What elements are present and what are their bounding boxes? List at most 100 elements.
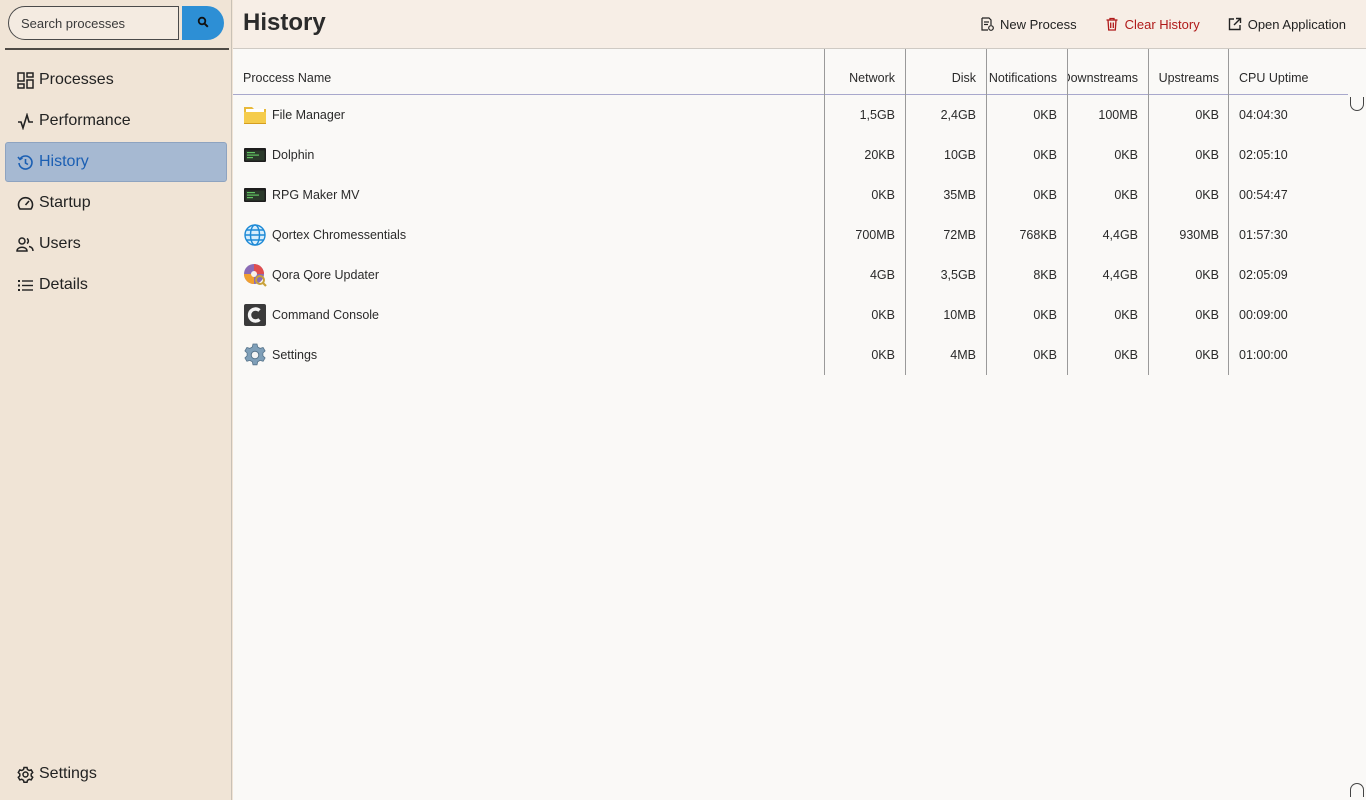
column-header-cpu-uptime[interactable]: CPU Uptime [1229, 49, 1348, 95]
sidebar-item-details[interactable]: Details [5, 265, 227, 305]
notifications-value: 8KB [1033, 268, 1057, 282]
disk-value: 72MB [943, 228, 976, 242]
sidebar-item-label: History [39, 153, 89, 170]
search-button[interactable] [182, 6, 224, 40]
downstreams-value: 0KB [1114, 348, 1138, 362]
toolbar: History New Process Clear History Open A… [233, 0, 1366, 49]
table-row[interactable]: File Manager 1,5GB 2,4GB 0KB 100MB 0KB 0… [233, 95, 1348, 135]
cpu-uptime-value: 04:04:30 [1239, 108, 1288, 122]
list-icon [16, 276, 34, 294]
network-value: 0KB [871, 348, 895, 362]
sidebar-item-performance[interactable]: Performance [5, 101, 227, 141]
history-icon [16, 153, 34, 171]
sidebar: Processes Performance History Startup Us… [0, 0, 232, 800]
process-name: Dolphin [272, 148, 315, 162]
disk-value: 4MB [950, 348, 976, 362]
network-value: 4GB [869, 268, 895, 282]
page-title: History [243, 9, 326, 36]
terminal-window-icon [243, 143, 267, 167]
column-header-disk[interactable]: Disk [906, 49, 986, 95]
gear-icon [243, 343, 267, 367]
disk-value: 3,5GB [940, 268, 976, 282]
upstreams-value: 0KB [1195, 308, 1219, 322]
new-process-label: New Process [1000, 16, 1077, 32]
disk-value: 35MB [943, 188, 976, 202]
scrollbar-top-cap[interactable] [1350, 97, 1364, 111]
network-value: 0KB [871, 188, 895, 202]
column-header-network[interactable]: Network [825, 49, 905, 95]
network-value: 0KB [871, 308, 895, 322]
network-value: 700MB [855, 228, 895, 242]
upstreams-value: 0KB [1195, 188, 1219, 202]
column-header-name[interactable]: Proccess Name [233, 49, 824, 95]
sidebar-nav: Processes Performance History Startup Us… [5, 60, 227, 306]
network-value: 20KB [864, 148, 895, 162]
upstreams-value: 0KB [1195, 268, 1219, 282]
new-process-button[interactable]: New Process [980, 17, 1077, 32]
process-name: Command Console [272, 308, 379, 322]
activity-icon [16, 112, 34, 130]
search-input[interactable] [8, 6, 179, 40]
process-name: Qora Qore Updater [272, 268, 379, 282]
upstreams-value: 0KB [1195, 108, 1219, 122]
terminal-window-icon [243, 183, 267, 207]
table-row[interactable]: RPG Maker MV 0KB 35MB 0KB 0KB 0KB 00:54:… [233, 175, 1348, 215]
downstreams-value: 0KB [1114, 308, 1138, 322]
cpu-uptime-value: 01:57:30 [1239, 228, 1288, 242]
toolbar-actions: New Process Clear History Open Applicati… [952, 0, 1346, 48]
sidebar-item-label: Performance [39, 112, 131, 129]
users-icon [16, 235, 34, 253]
downstreams-value: 100MB [1098, 108, 1138, 122]
column-header-downstreams[interactable]: Downstreams [1068, 49, 1148, 95]
downstreams-value: 4,4GB [1102, 228, 1138, 242]
gear-icon [16, 765, 34, 783]
process-name: Qortex Chromessentials [272, 228, 407, 242]
disc-updater-icon [243, 263, 267, 287]
search-divider [5, 48, 229, 50]
disk-value: 2,4GB [940, 108, 976, 122]
clear-history-label: Clear History [1124, 16, 1200, 32]
table-row[interactable]: Qortex Chromessentials 700MB 72MB 768KB … [233, 215, 1348, 255]
table-header: Proccess Name Network Disk Notifications… [233, 49, 1348, 95]
downstreams-value: 0KB [1114, 188, 1138, 202]
console-c-icon [243, 303, 267, 327]
scrollbar-bottom-cap[interactable] [1350, 783, 1364, 797]
sidebar-item-settings[interactable]: Settings [5, 754, 227, 794]
disk-value: 10GB [944, 148, 976, 162]
downstreams-value: 4,4GB [1102, 268, 1138, 282]
column-header-notifications[interactable]: Notifications [987, 49, 1067, 95]
table-row[interactable]: Qora Qore Updater 4GB 3,5GB 8KB 4,4GB 0K… [233, 255, 1348, 295]
clear-history-button[interactable]: Clear History [1105, 17, 1200, 32]
gauge-icon [16, 194, 34, 212]
open-application-button[interactable]: Open Application [1228, 17, 1346, 32]
sidebar-item-label: Details [39, 276, 88, 293]
process-name: RPG Maker MV [272, 188, 360, 202]
sidebar-item-label: Settings [39, 765, 97, 782]
sidebar-item-startup[interactable]: Startup [5, 183, 227, 223]
sidebar-item-label: Processes [39, 71, 114, 88]
cpu-uptime-value: 01:00:00 [1239, 348, 1288, 362]
table-row[interactable]: Settings 0KB 4MB 0KB 0KB 0KB 01:00:00 [233, 335, 1348, 375]
upstreams-value: 0KB [1195, 348, 1219, 362]
sidebar-item-users[interactable]: Users [5, 224, 227, 264]
trash-icon [1105, 17, 1119, 31]
process-name: File Manager [272, 108, 345, 122]
notifications-value: 0KB [1033, 308, 1057, 322]
search-bar [8, 6, 226, 40]
table-row[interactable]: Dolphin 20KB 10GB 0KB 0KB 0KB 02:05:10 [233, 135, 1348, 175]
notifications-value: 0KB [1033, 188, 1057, 202]
sidebar-item-processes[interactable]: Processes [5, 60, 227, 100]
cpu-uptime-value: 00:09:00 [1239, 308, 1288, 322]
table-row[interactable]: Command Console 0KB 10MB 0KB 0KB 0KB 00:… [233, 295, 1348, 335]
process-table-body: File Manager 1,5GB 2,4GB 0KB 100MB 0KB 0… [233, 95, 1348, 375]
process-name: Settings [272, 348, 318, 362]
globe-icon [243, 223, 267, 247]
notifications-value: 0KB [1033, 108, 1057, 122]
cpu-uptime-value: 02:05:10 [1239, 148, 1288, 162]
search-icon [197, 16, 209, 31]
upstreams-value: 0KB [1195, 148, 1219, 162]
upstreams-value: 930MB [1179, 228, 1219, 242]
sidebar-item-history[interactable]: History [5, 142, 227, 182]
folder-icon [243, 103, 267, 127]
column-header-upstreams[interactable]: Upstreams [1149, 49, 1229, 95]
